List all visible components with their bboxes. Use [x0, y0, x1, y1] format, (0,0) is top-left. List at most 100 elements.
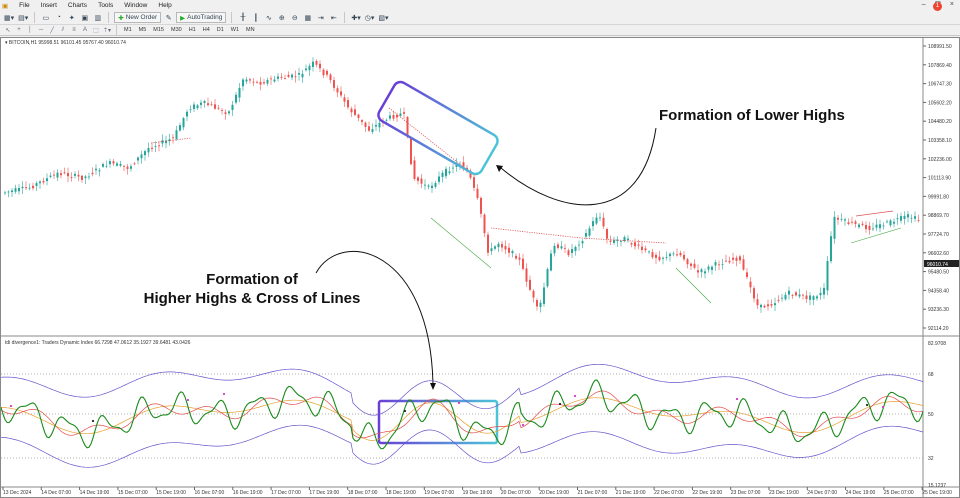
vertical-line-icon[interactable]: │ [25, 27, 35, 33]
candle-body [819, 292, 822, 296]
autotrading-button[interactable]: ▶ AutoTrading [176, 12, 227, 23]
candle-body [882, 225, 885, 227]
candle-body [396, 115, 398, 118]
candle-body [539, 302, 542, 307]
candle-body [693, 263, 696, 268]
menu-help[interactable]: Help [158, 2, 171, 9]
candle-body [123, 165, 125, 167]
candle-body [802, 294, 804, 296]
candle-body [567, 250, 570, 256]
candle-body [868, 225, 871, 230]
chart-menu-icon[interactable]: ▾ [5, 40, 8, 46]
new-chart-icon[interactable]: ▦▾ [3, 12, 15, 23]
candle-body [781, 297, 783, 299]
crosshair-icon[interactable]: + [14, 27, 24, 33]
time-label: 16 Dec 07:00 [195, 490, 225, 496]
autoscroll-icon[interactable]: ⇥ [315, 12, 326, 23]
profiles-icon[interactable]: ▤▾ [17, 12, 29, 23]
toolbar-separator [116, 24, 117, 36]
indicator-info: tdi divergence1: Traders Dynamic Index 6… [5, 340, 191, 346]
metaeditor-icon[interactable]: ✎ [163, 12, 174, 23]
trendline-icon[interactable]: ╱ [47, 27, 57, 34]
text-icon[interactable]: A [80, 27, 90, 33]
divergence-line-bear [388, 107, 472, 174]
candle-body [872, 228, 874, 230]
candle-body [571, 249, 573, 254]
timeframe-m30[interactable]: M30 [168, 27, 185, 33]
cursor-icon[interactable]: ↖ [3, 27, 13, 34]
candle-body [245, 79, 248, 82]
timeframe-w1[interactable]: W1 [228, 27, 242, 33]
time-label: 24 Dec 07:00 [807, 490, 837, 496]
candle-body [746, 272, 748, 277]
menu-charts[interactable]: Charts [68, 2, 87, 9]
candle-body [826, 261, 829, 291]
fibonacci-icon[interactable]: ≡ [69, 27, 79, 33]
chart-window[interactable]: 108991.50 107869.40 106747.30 105602.20 1044… [0, 37, 960, 498]
notification-badge[interactable]: 1 [933, 2, 942, 11]
minimize-icon[interactable]: – [922, 1, 926, 9]
symbol-ohlc: BITCOIN,H1 95998.51 96101.45 95767.40 96… [8, 40, 126, 46]
menu-file[interactable]: File [19, 2, 29, 9]
candle-body [252, 81, 255, 83]
candle-body [823, 287, 825, 295]
timeframe-h4[interactable]: H4 [200, 27, 213, 33]
candle-body [767, 304, 769, 307]
candle-body [812, 296, 815, 300]
indicators-icon[interactable]: ✚▾ [350, 12, 361, 23]
candlestick-icon[interactable]: ┃ [250, 12, 261, 23]
menu-tools[interactable]: Tools [98, 2, 113, 9]
candle-body [151, 147, 153, 149]
tester-icon[interactable]: ▥ [92, 12, 103, 23]
candle-body [196, 105, 199, 109]
candle-body [214, 104, 216, 109]
candle-body [854, 221, 857, 224]
market-watch-icon[interactable]: ▭ [40, 12, 51, 23]
data-window-icon[interactable]: ◔ [53, 12, 64, 23]
bar-chart-icon[interactable]: ╫ [237, 12, 248, 23]
menu-window[interactable]: Window [124, 2, 147, 9]
indicator-scale-label: 82.9708 [928, 341, 946, 347]
menu-insert[interactable]: Insert [41, 2, 57, 9]
new-order-button[interactable]: ✚ New Order [114, 12, 162, 23]
timeframe-h1[interactable]: H1 [186, 27, 199, 33]
zoom-in-icon[interactable]: ⊕ [276, 12, 287, 23]
candle-body [791, 295, 794, 296]
tile-windows-icon[interactable]: ▦ [302, 12, 313, 23]
terminal-icon[interactable]: ▣ [79, 12, 90, 23]
label-icon[interactable]: ⬚ [91, 27, 101, 34]
timeframe-m15[interactable]: M15 [150, 27, 167, 33]
timeframe-d1[interactable]: D1 [214, 27, 227, 33]
templates-icon[interactable]: ▧▾ [377, 12, 389, 23]
candle-body [81, 175, 83, 180]
navigator-icon[interactable]: ✦ [66, 12, 77, 23]
candle-body [284, 78, 286, 79]
channel-icon[interactable]: ⫽ [58, 27, 68, 34]
time-label: 24 Dec 19:00 [846, 490, 876, 496]
candle-body [224, 112, 227, 115]
horizontal-line-icon[interactable]: ─ [36, 27, 46, 33]
candle-body [749, 281, 752, 288]
arrows-icon[interactable]: ⇡▾ [102, 27, 112, 34]
close-icon[interactable]: × [950, 1, 954, 9]
chart-shift-icon[interactable]: ⇤ [328, 12, 339, 23]
timeframe-mn[interactable]: MN [243, 27, 258, 33]
candle-body [4, 192, 6, 194]
candle-body [263, 82, 265, 84]
timeframe-m5[interactable]: M5 [136, 27, 150, 33]
price-label: 101113.90 [928, 176, 951, 182]
periods-icon[interactable]: ◷▾ [364, 12, 376, 23]
candle-body [200, 102, 202, 105]
candle-body [14, 188, 17, 192]
candle-body [511, 251, 514, 254]
divergence-line-bull [430, 217, 492, 269]
candle-body [312, 61, 314, 67]
zoom-out-icon[interactable]: ⊖ [289, 12, 300, 23]
candle-body [357, 114, 360, 118]
candle-body [532, 290, 535, 298]
line-chart-icon[interactable]: ∿ [263, 12, 274, 23]
price-label: 93236.30 [928, 307, 949, 313]
candle-body [203, 101, 206, 103]
timeframe-m1[interactable]: M1 [121, 27, 135, 33]
candle-body [473, 177, 475, 188]
